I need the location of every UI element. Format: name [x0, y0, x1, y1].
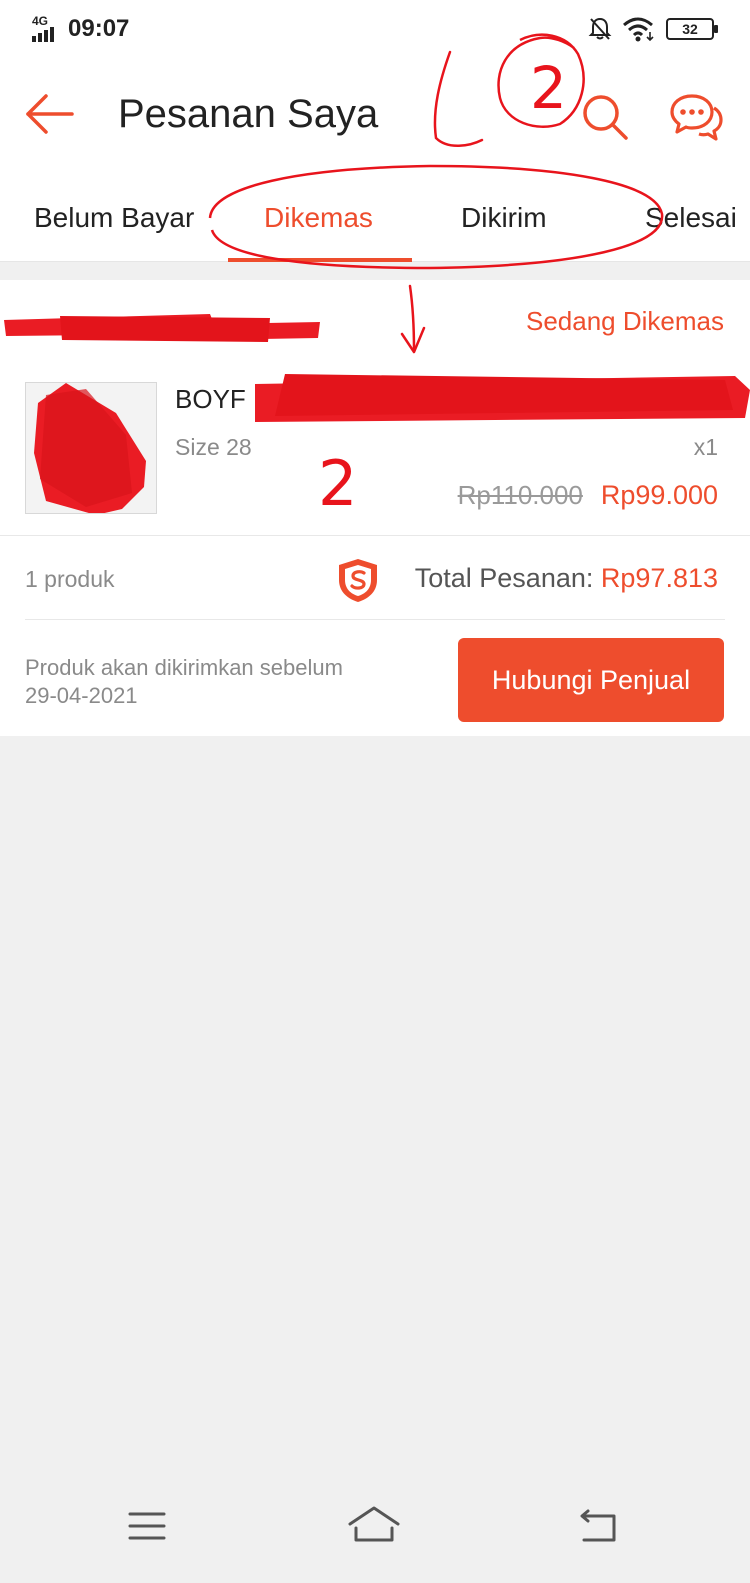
divider [25, 619, 725, 620]
original-price: Rp110.000 [457, 480, 583, 510]
image-redaction [34, 383, 146, 513]
order-card[interactable]: Sedang Dikemas BOYF Size 28 x1 Rp110.000… [0, 280, 750, 736]
shipping-note-text: Produk akan dikirimkan sebelum [25, 655, 343, 680]
battery-icon: 32 [666, 18, 718, 40]
search-icon[interactable] [580, 92, 630, 142]
chat-icon[interactable] [668, 92, 724, 144]
tab-belum-bayar[interactable]: Belum Bayar [34, 170, 194, 262]
wifi-icon [623, 17, 654, 42]
status-bar: 4G 09:07 32 [0, 0, 750, 58]
page-title: Pesanan Saya [118, 92, 379, 136]
back-arrow-icon[interactable] [24, 92, 76, 136]
shipping-note-date: 29-04-2021 [25, 683, 138, 708]
order-status: Sedang Dikemas [526, 306, 724, 336]
active-tab-indicator [228, 258, 412, 262]
status-right: 32 [588, 14, 718, 44]
product-count: 1 produk [25, 566, 115, 592]
back-icon[interactable] [578, 1504, 634, 1550]
tab-dikirim[interactable]: Dikirim [461, 170, 547, 262]
product-name-redaction [255, 374, 750, 422]
status-left: 4G 09:07 [32, 12, 129, 46]
product-thumbnail[interactable] [25, 382, 157, 514]
divider [0, 535, 750, 536]
total-label: Total Pesanan: [414, 563, 601, 593]
order-total: Total Pesanan: Rp97.813 [415, 563, 718, 594]
product-name: BOYF [175, 384, 246, 414]
contact-seller-button[interactable]: Hubungi Penjual [458, 638, 724, 722]
system-nav-bar [0, 1470, 750, 1583]
signal-icon: 4G [32, 14, 62, 44]
bell-off-icon [588, 17, 612, 40]
discounted-price: Rp99.000 [600, 480, 718, 510]
order-tabs: Belum Bayar Dikemas Dikirim Selesai [0, 170, 750, 262]
tab-selesai[interactable]: Selesai [645, 170, 737, 262]
seller-name-redaction [4, 314, 320, 342]
menu-icon[interactable] [124, 1504, 180, 1550]
battery-level: 32 [682, 21, 698, 37]
network-type: 4G [32, 14, 49, 28]
shopee-guarantee-shield-icon [339, 559, 377, 602]
product-variant: Size 28 [175, 434, 252, 460]
tab-dikemas[interactable]: Dikemas [264, 170, 373, 262]
header: Pesanan Saya [0, 58, 750, 170]
product-quantity: x1 [693, 434, 718, 460]
signal-bars [32, 27, 54, 42]
shipping-note: Produk akan dikirimkan sebelum 29-04-202… [25, 654, 405, 710]
price-row: Rp110.000 Rp99.000 [458, 480, 718, 511]
home-icon[interactable] [346, 1504, 402, 1550]
clock: 09:07 [68, 15, 130, 42]
total-value: Rp97.813 [600, 563, 718, 593]
